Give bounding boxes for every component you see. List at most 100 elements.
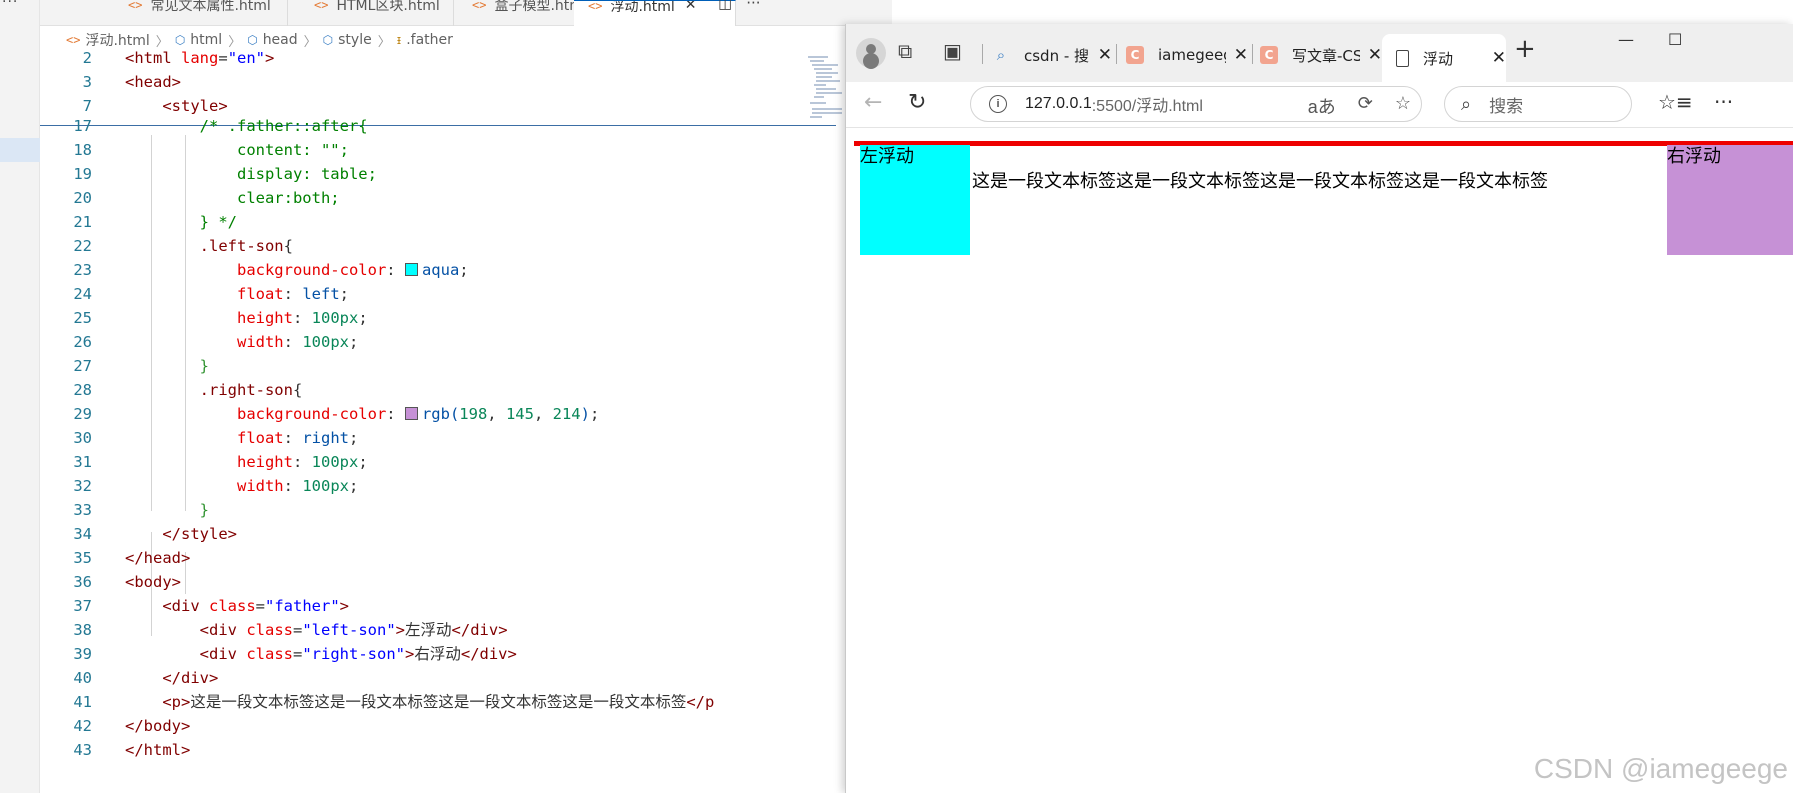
- code-line: 2 <html lang="en">: [82, 49, 275, 67]
- search-icon: ⌕: [1461, 93, 1472, 115]
- cube-icon: ⬡: [174, 33, 186, 47]
- code-line: 42 </body>: [73, 717, 191, 735]
- code-line: 27 }: [73, 357, 209, 375]
- code-line: 43 </html>: [73, 741, 191, 759]
- more-actions-icon[interactable]: ···: [1714, 90, 1733, 114]
- search-placeholder: 搜索: [1489, 96, 1524, 117]
- color-swatch[interactable]: [404, 407, 418, 420]
- code-line: 25 height: 100px;: [73, 309, 368, 327]
- color-swatch[interactable]: [404, 263, 418, 276]
- activity-bar: ···: [0, 0, 40, 793]
- code-line: 36 <body>: [73, 573, 181, 591]
- right-float-box: 右浮动: [1667, 145, 1793, 255]
- maximize-icon[interactable]: ☐: [1668, 30, 1682, 49]
- address-host: 127.0.0.1: [1025, 95, 1092, 112]
- more-actions-icon[interactable]: ···: [2, 0, 18, 10]
- code-line: 37 <div class="father">: [73, 597, 350, 615]
- page-viewport: 左浮动 这是一段文本标签这是一段文本标签这是一段文本标签这是一段文本标签 右浮动…: [846, 129, 1793, 793]
- code-line: 23 background-color: aqua;: [73, 261, 469, 279]
- address-path: :5500/浮动.html: [1091, 98, 1203, 115]
- close-icon[interactable]: ✕: [1098, 45, 1112, 65]
- favorites-icon[interactable]: ☆≡: [1658, 90, 1693, 114]
- minimize-icon[interactable]: —: [1618, 30, 1634, 49]
- browser-tab-label: iamegeege: [1158, 46, 1226, 64]
- code-line: 31 height: 100px;: [73, 453, 368, 471]
- html-file-icon: <>: [66, 33, 81, 47]
- collections-icon[interactable]: ⧉: [898, 39, 912, 63]
- refresh-icon[interactable]: ↻: [908, 90, 926, 115]
- csdn-icon: C: [1260, 46, 1278, 64]
- code-line: 20 clear:both;: [73, 189, 340, 207]
- tab-divider: [1116, 44, 1117, 64]
- editor-tab-bar: <> 常见文本属性.html <> HTML区块.html <> 盒子模型.ht…: [40, 0, 892, 26]
- browser-toolbar: ← ↻ i 127.0.0.1:5500/浮动.html aあ ⟳ ☆ ⌕ 搜索…: [846, 82, 1793, 128]
- code-line: 29 background-color: rgb(198, 145, 214);: [73, 405, 600, 423]
- close-icon[interactable]: ✕: [1368, 45, 1382, 65]
- page-icon: [1396, 49, 1409, 67]
- editor-tab[interactable]: <> 常见文本属性.html: [78, 0, 288, 26]
- code-line: 21 } */: [73, 213, 237, 231]
- tab-divider: [1252, 44, 1253, 64]
- father-border: [854, 141, 1793, 146]
- profile-avatar-icon[interactable]: [856, 38, 886, 68]
- browser-tab-active[interactable]: 浮动 ✕: [1382, 34, 1506, 82]
- code-line: 32 width: 100px;: [73, 477, 359, 495]
- html-file-icon: <>: [128, 0, 143, 12]
- cube-icon: ⬡: [322, 33, 334, 47]
- search-box[interactable]: ⌕ 搜索: [1444, 86, 1632, 122]
- split-editor-icon[interactable]: ◫: [718, 0, 732, 12]
- more-actions-icon[interactable]: ···: [746, 0, 760, 12]
- editor-tab-label: 盒子模型.html: [494, 0, 587, 14]
- back-arrow-icon[interactable]: ←: [864, 90, 882, 115]
- search-icon: ⌕: [996, 46, 1006, 64]
- watermark: CSDN @iamegeege: [1533, 753, 1788, 784]
- code-editor[interactable]: 2 <html lang="en"> 3 <head> 7 <style> 17 /…: [40, 49, 892, 793]
- paragraph-text: 这是一段文本标签这是一段文本标签这是一段文本标签这是一段文本标签: [972, 171, 1548, 192]
- tab-divider: [982, 44, 983, 64]
- browser-tab[interactable]: ⌕ csdn - 搜索 ✕: [992, 34, 1112, 76]
- editor-tab-active[interactable]: <> 浮动.html ✕: [574, 0, 736, 26]
- code-line: 34 </style>: [73, 525, 237, 543]
- code-line: 3 <head>: [82, 73, 181, 91]
- cube-icon: ⬡: [247, 33, 258, 47]
- editor-tab-label: 浮动.html: [610, 0, 675, 15]
- browser-tab[interactable]: C 写文章-CSDN ✕: [1260, 34, 1382, 76]
- code-line: 22 .left-son{: [73, 237, 293, 255]
- browser-tab-label: csdn - 搜索: [1024, 46, 1090, 65]
- code-line: 28 .right-son{: [73, 381, 303, 399]
- edge-refresh-icon[interactable]: ⟳: [1358, 93, 1373, 119]
- html-file-icon: <>: [588, 0, 603, 13]
- html-file-icon: <>: [472, 0, 487, 12]
- browser-tab-label: 浮动: [1423, 49, 1454, 68]
- html-file-icon: <>: [314, 0, 329, 12]
- activity-selection: [0, 138, 40, 162]
- code-line: 40 </div>: [73, 669, 219, 687]
- browser-tab-strip: ⧉ ▣ ⌕ csdn - 搜索 ✕ C iamegeege ✕ C 写文章-CS…: [846, 24, 1793, 82]
- address-bar[interactable]: i 127.0.0.1:5500/浮动.html aあ ⟳ ☆: [970, 86, 1422, 122]
- close-icon[interactable]: ✕: [1234, 45, 1248, 65]
- code-line: 33 }: [73, 501, 209, 519]
- code-line: 26 width: 100px;: [73, 333, 359, 351]
- editor-tab[interactable]: <> HTML区块.html: [288, 0, 454, 26]
- new-tab-plus-icon[interactable]: +: [1514, 34, 1536, 64]
- code-line: 39 <div class="right-son">右浮动</div>: [73, 645, 517, 663]
- code-line: 18 content: "";: [73, 141, 349, 159]
- browser-tab-label: 写文章-CSDN: [1292, 46, 1360, 65]
- code-line: 35 </head>: [73, 549, 191, 567]
- code-line: 19 display: table;: [73, 165, 377, 183]
- vertical-tabs-icon[interactable]: ▣: [943, 39, 962, 63]
- code-line: 41 <p>这是一段文本标签这是一段文本标签这是一段文本标签这是一段文本标签</…: [73, 693, 715, 711]
- browser-window: ⧉ ▣ ⌕ csdn - 搜索 ✕ C iamegeege ✕ C 写文章-CS…: [845, 24, 1793, 793]
- editor-tab-label: HTML区块.html: [336, 0, 440, 14]
- read-aloud-icon[interactable]: aあ: [1308, 93, 1336, 119]
- code-line: 38 <div class="left-son">左浮动</div>: [73, 621, 508, 639]
- close-icon[interactable]: ✕: [1492, 48, 1506, 68]
- code-line: 30 float: right;: [73, 429, 359, 447]
- code-line: 24 float: left;: [73, 285, 349, 303]
- code-line: 17 /* .father::after{: [73, 117, 368, 135]
- star-icon[interactable]: ☆: [1395, 93, 1411, 119]
- browser-tab[interactable]: C iamegeege ✕: [1126, 34, 1248, 76]
- close-icon[interactable]: ✕: [685, 1, 697, 13]
- csdn-icon: C: [1126, 46, 1144, 64]
- info-icon[interactable]: i: [989, 95, 1007, 113]
